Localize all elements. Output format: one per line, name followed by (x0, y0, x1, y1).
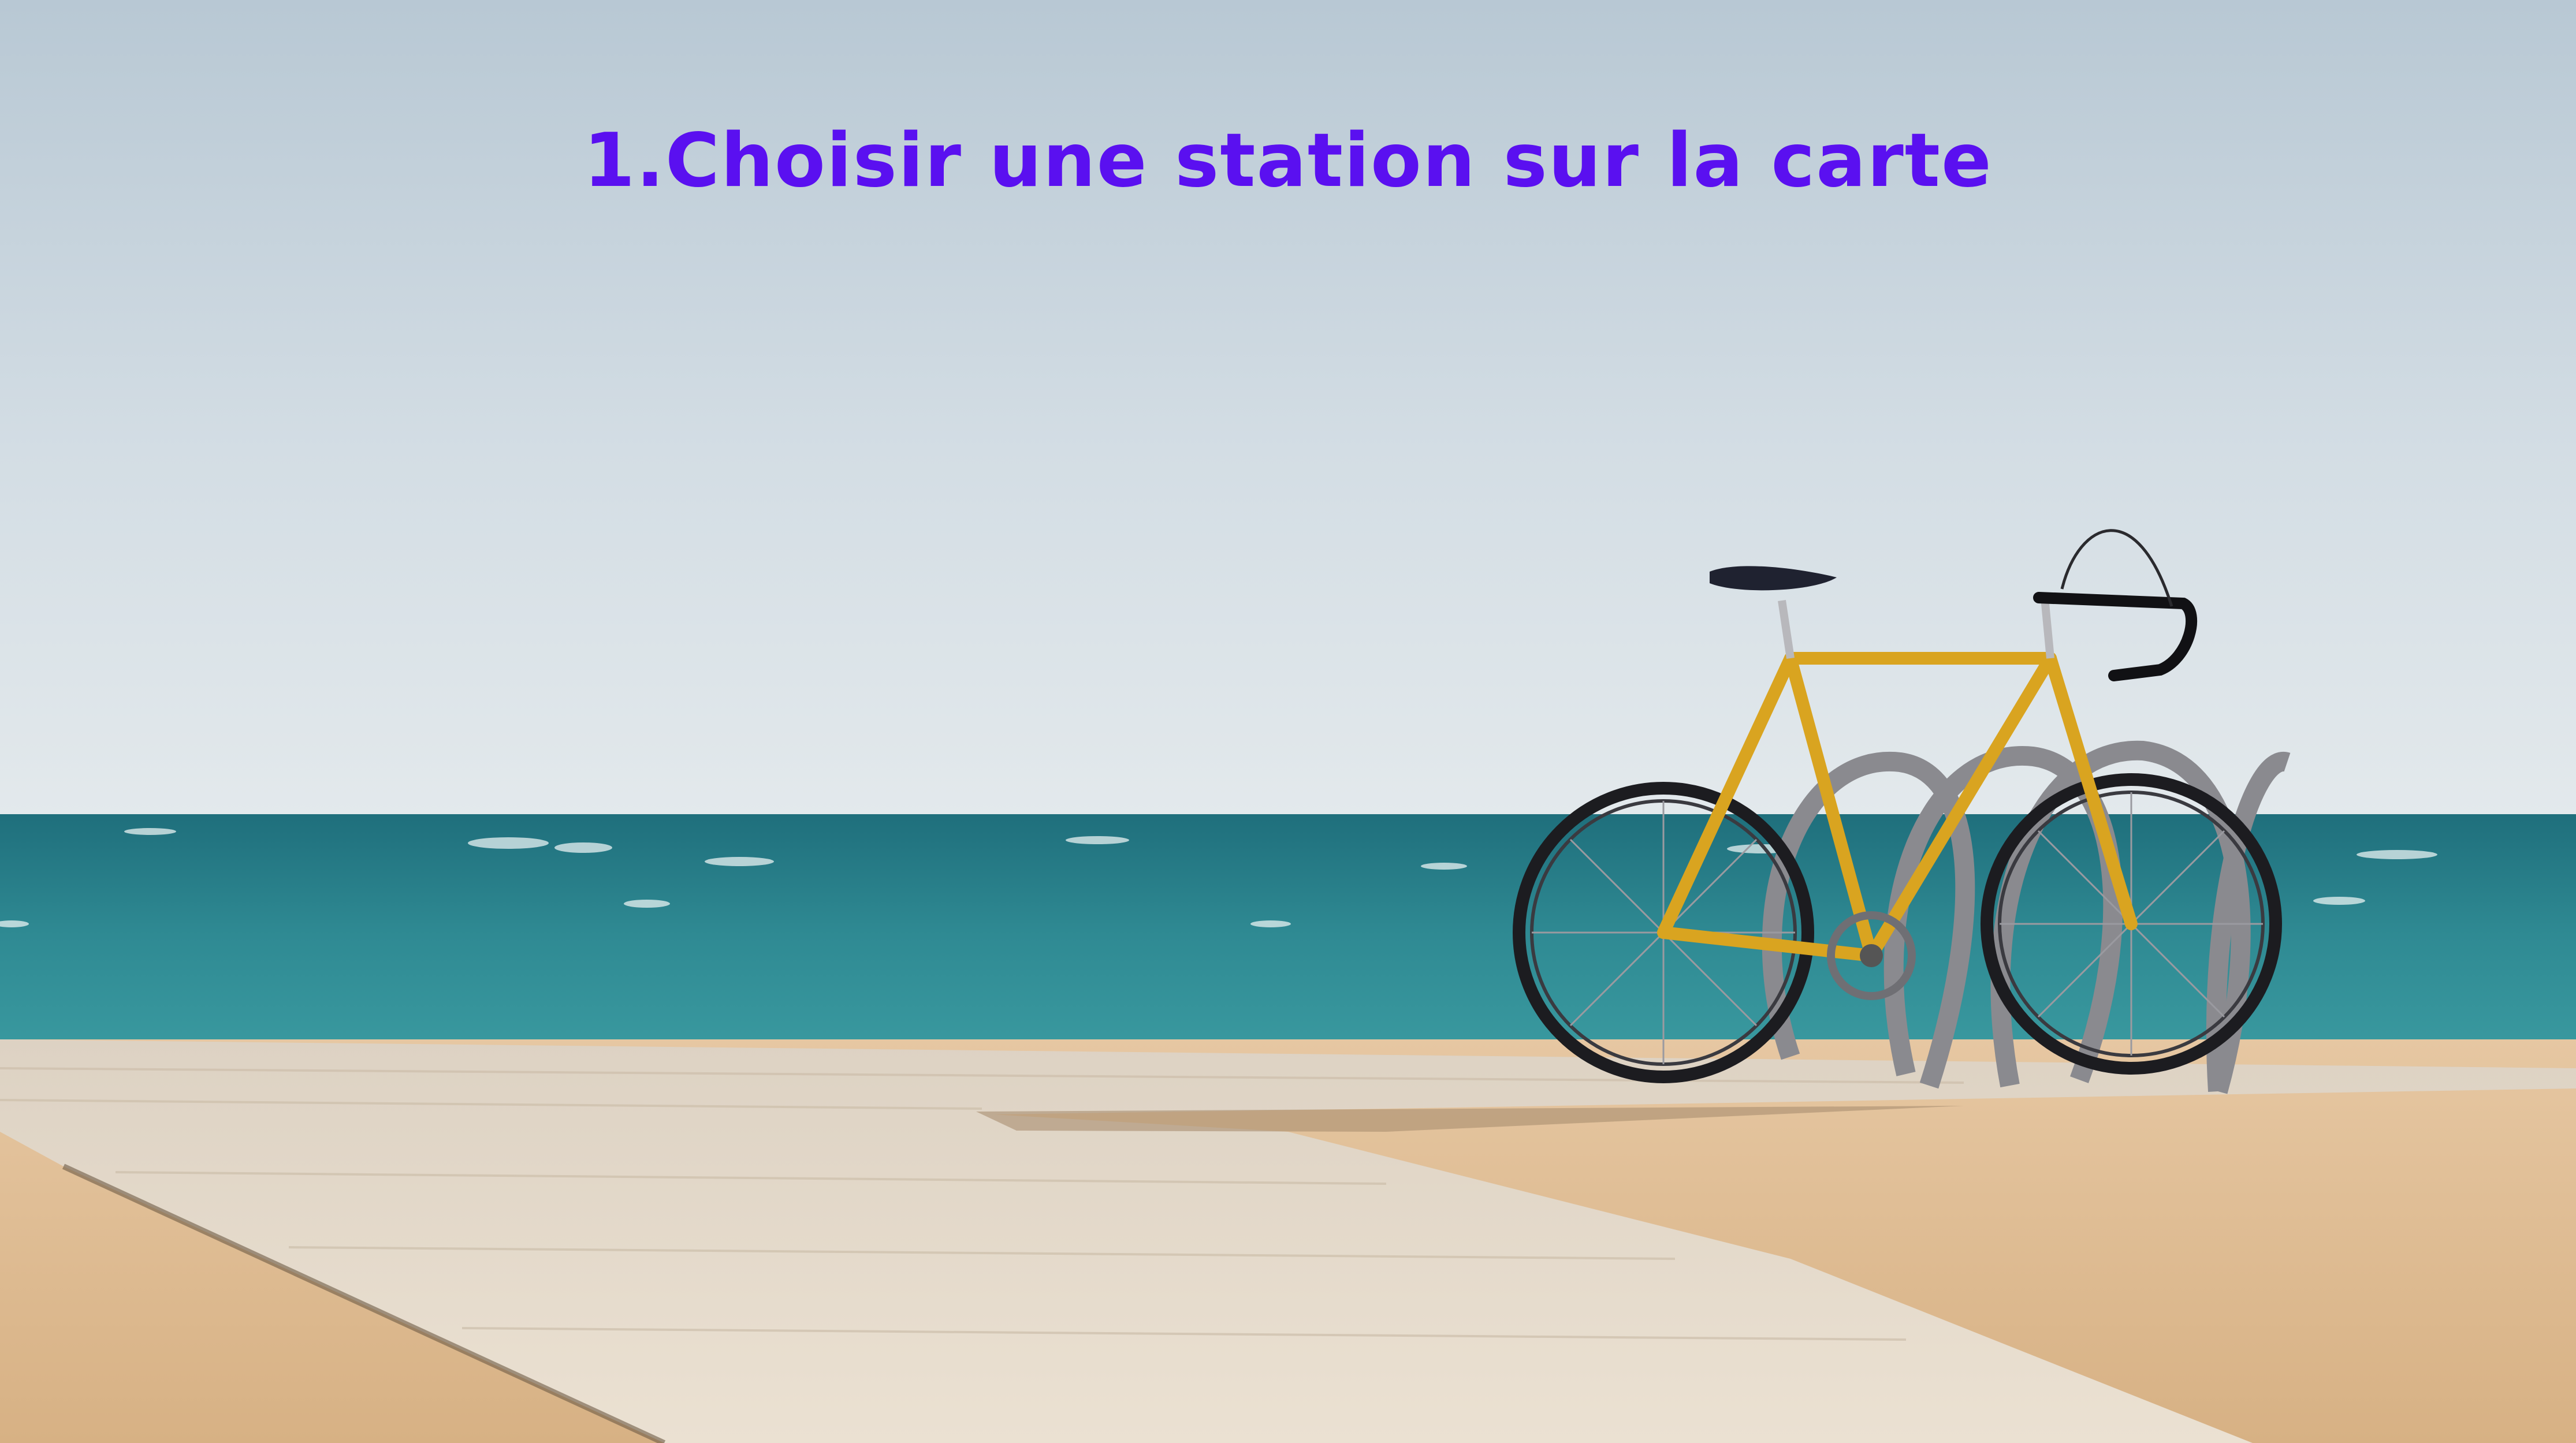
sea (0, 814, 2576, 1057)
photo-scene: 1.Choisir une station sur la carte (0, 0, 2576, 1443)
slide-heading: 1.Choisir une station sur la carte (583, 118, 1993, 204)
beach-photo (0, 0, 2576, 1443)
